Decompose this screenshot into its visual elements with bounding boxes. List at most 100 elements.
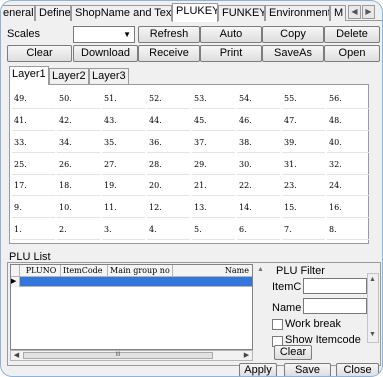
refresh-button[interactable]: Refresh <box>138 26 200 43</box>
tab-layer2[interactable]: Layer2 <box>49 68 89 84</box>
plu-key-cell[interactable]: 12. <box>147 198 190 218</box>
plu-key-cell[interactable]: 31. <box>282 155 325 175</box>
column-header-main-group-no[interactable]: Main group no <box>108 265 173 277</box>
scroll-thumb[interactable]: III <box>23 352 213 359</box>
plu-key-cell[interactable]: 43. <box>102 111 145 131</box>
plu-key-cell[interactable]: 36. <box>147 133 190 153</box>
plu-key-cell[interactable]: 51. <box>102 89 145 109</box>
close-button[interactable]: Close <box>336 363 379 376</box>
plu-key-cell[interactable]: 33. <box>12 133 55 153</box>
plu-key-cell[interactable]: 26. <box>57 155 100 175</box>
plu-key-cell[interactable]: 21. <box>192 176 235 196</box>
plu-table-vscroll[interactable]: ▲ <box>257 266 266 351</box>
column-header-pluno[interactable]: PLUNO <box>20 265 61 277</box>
scroll-down-icon[interactable]: ▼ <box>369 331 376 338</box>
filter-clear-button[interactable]: Clear <box>274 345 312 360</box>
print-button[interactable]: Print <box>200 45 262 62</box>
plu-table-hscrollbar[interactable]: ◀ III ▶ <box>10 350 253 361</box>
tab-define[interactable]: Define <box>35 5 71 21</box>
scroll-left-icon[interactable]: ◀ <box>11 351 22 360</box>
plu-key-cell[interactable]: 48. <box>327 111 370 131</box>
scales-dropdown[interactable]: ▼ <box>73 26 135 43</box>
scroll-up-icon[interactable]: ▲ <box>257 266 264 273</box>
download-button[interactable]: Download <box>73 45 138 62</box>
scroll-right-icon[interactable]: ▶ <box>241 351 252 360</box>
plu-key-cell[interactable]: 28. <box>147 155 190 175</box>
plu-key-cell[interactable]: 40. <box>327 133 370 153</box>
tab-layer3[interactable]: Layer3 <box>89 68 129 84</box>
plu-key-cell[interactable]: 8. <box>327 220 370 240</box>
tab-environment[interactable]: Environment <box>265 5 330 21</box>
plu-key-cell[interactable]: 50. <box>57 89 100 109</box>
plu-filter-vscrollbar[interactable]: ▲ ▼ <box>367 273 379 343</box>
tab-layer1[interactable]: Layer1 <box>9 66 49 85</box>
plu-key-cell[interactable]: 20. <box>147 176 190 196</box>
plu-key-cell[interactable]: 10. <box>57 198 100 218</box>
plu-key-cell[interactable]: 3. <box>102 220 145 240</box>
save-button[interactable]: Save <box>284 363 331 376</box>
plu-key-cell[interactable]: 22. <box>237 176 280 196</box>
plu-key-cell[interactable]: 13. <box>192 198 235 218</box>
tab-general[interactable]: eneral <box>1 5 35 21</box>
plu-key-cell[interactable]: 52. <box>147 89 190 109</box>
plu-key-cell[interactable]: 42. <box>57 111 100 131</box>
plu-table[interactable]: PLUNO ItemCode Main group no Name ▶ <box>10 264 253 350</box>
tab-m[interactable]: M <box>330 5 346 21</box>
plu-key-cell[interactable]: 15. <box>282 198 325 218</box>
clear-button[interactable]: Clear <box>7 45 72 62</box>
work-break-checkbox[interactable] <box>272 319 283 330</box>
plu-key-cell[interactable]: 23. <box>282 176 325 196</box>
open-button[interactable]: Open <box>324 45 380 62</box>
plu-key-cell[interactable]: 54. <box>237 89 280 109</box>
tab-shopname-and-text[interactable]: ShopName and Text <box>71 5 172 21</box>
plu-key-cell[interactable]: 24. <box>327 176 370 196</box>
plu-key-cell[interactable]: 7. <box>282 220 325 240</box>
plu-key-cell[interactable]: 46. <box>237 111 280 131</box>
plu-key-cell[interactable]: 27. <box>102 155 145 175</box>
plu-key-cell[interactable]: 56. <box>327 89 370 109</box>
plu-key-cell[interactable]: 11. <box>102 198 145 218</box>
copy-button[interactable]: Copy <box>262 26 324 43</box>
plu-key-cell[interactable]: 34. <box>57 133 100 153</box>
tab-scroll-left-icon[interactable]: ◀ <box>348 5 361 19</box>
plu-key-cell[interactable]: 45. <box>192 111 235 131</box>
saveas-button[interactable]: SaveAs <box>262 45 324 62</box>
itemcode-filter-input[interactable] <box>303 278 367 294</box>
column-header-itemcode[interactable]: ItemCode <box>61 265 108 277</box>
auto-button[interactable]: Auto <box>200 26 262 43</box>
plu-key-cell[interactable]: 1. <box>12 220 55 240</box>
plu-key-cell[interactable]: 18. <box>57 176 100 196</box>
plu-key-cell[interactable]: 29. <box>192 155 235 175</box>
plu-key-cell[interactable]: 4. <box>147 220 190 240</box>
plu-key-cell[interactable]: 38. <box>237 133 280 153</box>
plu-key-cell[interactable]: 19. <box>102 176 145 196</box>
receive-button[interactable]: Receive <box>138 45 200 62</box>
column-header-name[interactable]: Name <box>173 265 252 277</box>
plu-key-cell[interactable]: 14. <box>237 198 280 218</box>
plu-key-cell[interactable]: 25. <box>12 155 55 175</box>
plu-key-cell[interactable]: 47. <box>282 111 325 131</box>
name-filter-input[interactable] <box>303 298 367 314</box>
plu-key-cell[interactable]: 49. <box>12 89 55 109</box>
plu-key-cell[interactable]: 55. <box>282 89 325 109</box>
tab-funkey[interactable]: FUNKEY <box>218 5 265 21</box>
plu-key-cell[interactable]: 16. <box>327 198 370 218</box>
plu-key-cell[interactable]: 17. <box>12 176 55 196</box>
tab-plukey[interactable]: PLUKEY <box>172 3 218 22</box>
plu-key-cell[interactable]: 5. <box>192 220 235 240</box>
plu-key-cell[interactable]: 6. <box>237 220 280 240</box>
plu-key-cell[interactable]: 2. <box>57 220 100 240</box>
plu-key-cell[interactable]: 39. <box>282 133 325 153</box>
plu-key-cell[interactable]: 44. <box>147 111 190 131</box>
delete-button[interactable]: Delete <box>324 26 380 43</box>
scroll-up-icon[interactable]: ▲ <box>369 276 376 283</box>
plu-key-cell[interactable]: 35. <box>102 133 145 153</box>
table-row[interactable]: ▶ <box>11 277 252 287</box>
plu-key-cell[interactable]: 30. <box>237 155 280 175</box>
plu-key-cell[interactable]: 32. <box>327 155 370 175</box>
plu-key-cell[interactable]: 53. <box>192 89 235 109</box>
tab-scroll-right-icon[interactable]: ▶ <box>362 5 375 19</box>
plu-key-cell[interactable]: 41. <box>12 111 55 131</box>
apply-button[interactable]: Apply <box>239 363 277 376</box>
plu-key-cell[interactable]: 37. <box>192 133 235 153</box>
